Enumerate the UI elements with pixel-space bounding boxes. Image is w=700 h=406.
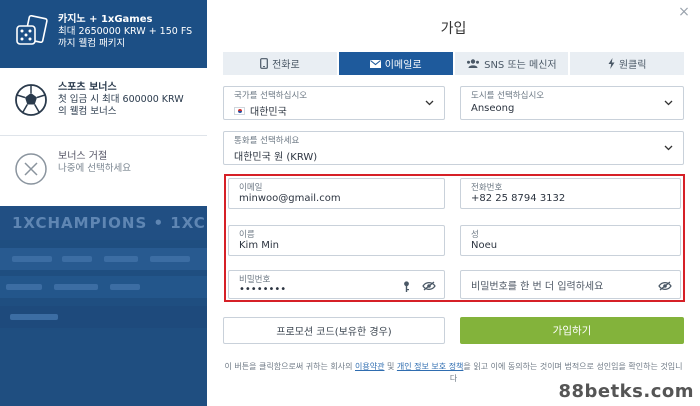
currency-select[interactable]: 통화를 선택하세요 대한민국 원 (KRW) (223, 131, 684, 165)
country-select[interactable]: 국가를 선택하십시오 대한민국 (223, 86, 445, 120)
tab-label: 이메일로 (384, 60, 422, 71)
bonus-desc: 최대 2650000 KRW + 150 FS (58, 26, 193, 37)
registration-modal: × 가입 전화로 이메일로 SNS 또는 메신저 원클릭 국가를 선택하십시오 … (207, 0, 700, 406)
users-icon (467, 59, 480, 68)
registration-tabs: 전화로 이메일로 SNS 또는 메신저 원클릭 (223, 52, 684, 75)
soccer-ball-icon (12, 81, 50, 119)
tab-label: 전화로 (272, 60, 300, 71)
bonus-title: 보너스 거절 (58, 151, 108, 162)
tab-social[interactable]: SNS 또는 메신저 (454, 52, 569, 75)
envelope-icon (369, 59, 381, 68)
terms-link[interactable]: 이용약관 (355, 362, 384, 371)
lightning-icon (608, 58, 615, 69)
bonus-option-casino[interactable]: 카지노 + 1xGames 최대 2650000 KRW + 150 FS 까지… (0, 0, 207, 68)
background-row (0, 306, 207, 328)
register-button[interactable]: 가입하기 (460, 317, 684, 344)
tab-label: 원클릭 (618, 60, 647, 71)
bonus-title: 카지노 + 1xGames (58, 14, 153, 25)
modal-title: 가입 (440, 21, 467, 37)
currency-value: 대한민국 원 (KRW) (234, 152, 318, 163)
phone-icon (260, 58, 268, 69)
dice-cards-icon (12, 13, 50, 51)
highlight-box (224, 174, 685, 302)
watermark: 88betks.com (558, 381, 694, 402)
bonus-desc: 의 웰컴 보너스 (58, 106, 117, 117)
chevron-down-icon (425, 100, 434, 106)
privacy-policy-link[interactable]: 개인 정보 보호 정책 (397, 362, 464, 371)
city-select[interactable]: 도시를 선택하십시오 Anseong (460, 86, 684, 120)
korea-flag-icon (234, 107, 245, 115)
tab-email[interactable]: 이메일로 (338, 52, 453, 75)
tab-phone[interactable]: 전화로 (223, 52, 337, 75)
tab-one-click[interactable]: 원클릭 (570, 52, 684, 75)
reject-x-icon (12, 150, 50, 188)
promo-code-button[interactable]: 프로모션 코드(보유한 경우) (223, 317, 445, 344)
city-value: Anseong (471, 103, 515, 114)
bonus-option-sports[interactable]: 스포츠 보너스 첫 입금 시 최대 600000 KRW 의 웰컴 보너스 (0, 68, 207, 136)
bonus-option-reject[interactable]: 보너스 거절 나중에 선택하세요 (0, 137, 207, 206)
background-row (0, 248, 207, 270)
background-row (0, 276, 207, 298)
bonus-desc: 까지 웰컴 패키지 (58, 38, 126, 49)
background-banner: 1XCHAMPIONS • 1XCHA (0, 206, 215, 240)
field-label: 국가를 선택하십시오 (234, 91, 308, 101)
bonus-panel: 카지노 + 1xGames 최대 2650000 KRW + 150 FS 까지… (0, 0, 207, 206)
bonus-desc: 나중에 선택하세요 (58, 163, 131, 174)
field-label: 통화를 선택하세요 (234, 136, 300, 146)
tab-label: SNS 또는 메신저 (484, 60, 557, 71)
bonus-desc: 첫 입금 시 최대 600000 KRW (58, 94, 184, 105)
field-label: 도시를 선택하십시오 (471, 91, 545, 101)
bonus-title: 스포츠 보너스 (58, 82, 117, 93)
chevron-down-icon (664, 100, 673, 106)
chevron-down-icon (664, 145, 673, 151)
country-value: 대한민국 (250, 107, 287, 118)
